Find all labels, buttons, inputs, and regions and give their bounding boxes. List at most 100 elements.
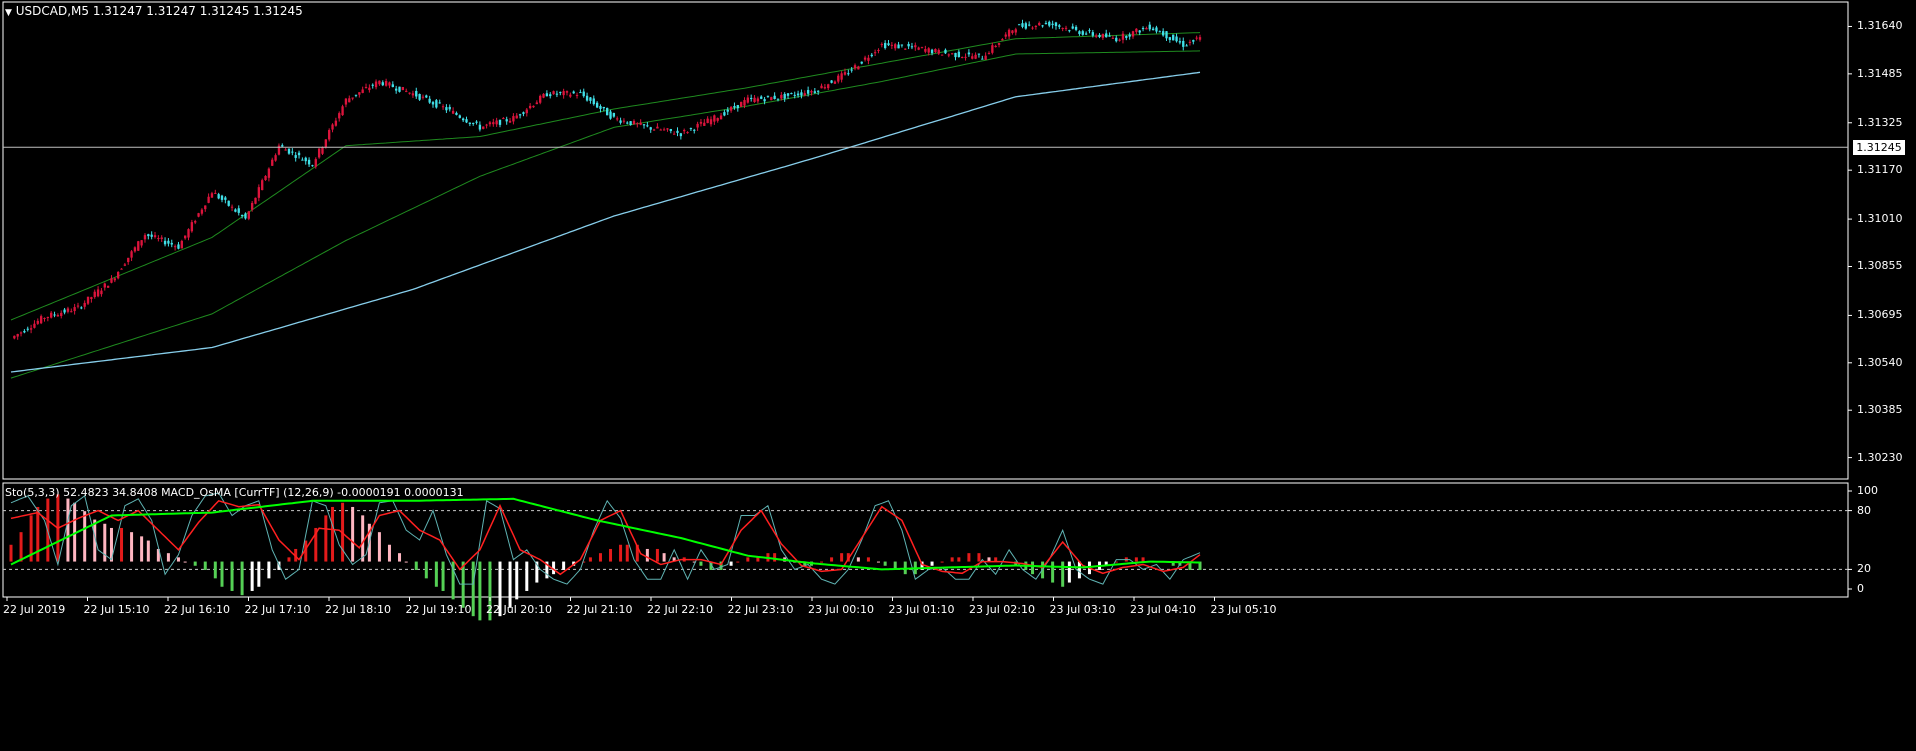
candle-body	[297, 152, 301, 156]
osma-bar	[598, 553, 602, 562]
osma-bar	[1134, 557, 1138, 562]
osma-bar	[609, 548, 613, 562]
osma-bar	[1077, 561, 1081, 579]
candle-body	[535, 102, 539, 105]
chart-canvas[interactable]	[0, 0, 1916, 751]
candle-body	[502, 117, 505, 119]
candle-body	[1071, 26, 1074, 29]
candle-body	[294, 155, 297, 158]
candle-body	[1028, 24, 1031, 26]
candle-body	[1064, 27, 1068, 29]
candle-body	[435, 100, 438, 108]
candle-body	[254, 197, 257, 204]
candle-body	[1175, 36, 1178, 42]
candle-body	[1115, 37, 1118, 42]
candle-body	[823, 87, 827, 89]
candle-body	[328, 130, 331, 140]
collapse-arrow-icon[interactable]: ▼	[5, 8, 12, 18]
candle-body	[974, 54, 977, 59]
osma-bar	[66, 498, 70, 562]
candle-body	[1024, 23, 1028, 29]
osma-bar	[1067, 561, 1071, 583]
candle-body	[36, 320, 39, 324]
price-axis-label: 1.31170	[1857, 163, 1903, 177]
candle-body	[833, 81, 837, 84]
candle-body	[609, 111, 612, 119]
candle-body	[1007, 29, 1011, 37]
candle-body	[190, 222, 194, 232]
candle-body	[19, 332, 23, 334]
candle-body	[575, 94, 579, 96]
candle-body	[961, 57, 964, 59]
candle-body	[1001, 39, 1004, 41]
candle-body	[338, 113, 341, 119]
candle-body	[421, 96, 425, 98]
candle-body	[736, 105, 739, 109]
candle-body	[1178, 41, 1182, 43]
candle-body	[813, 91, 817, 93]
candle-body	[194, 221, 197, 223]
time-axis-label: 22 Jul 17:10	[244, 603, 311, 616]
osma-bar	[267, 561, 271, 579]
osma-bar	[398, 553, 402, 562]
candle-body	[1038, 22, 1041, 26]
candle-body	[830, 80, 833, 83]
candle-body	[582, 91, 585, 97]
osma-bar	[130, 532, 134, 562]
candle-body	[39, 316, 43, 324]
candle-body	[210, 193, 214, 198]
candle-body	[907, 43, 910, 47]
candle-body	[317, 148, 321, 158]
candle-body	[96, 289, 100, 297]
candle-body	[1021, 23, 1024, 27]
candle-body	[1172, 34, 1175, 41]
osma-bar	[746, 557, 750, 562]
candle-body	[1161, 31, 1165, 36]
candle-body	[1014, 29, 1017, 33]
candle-body	[348, 98, 351, 103]
candle-body	[977, 53, 981, 55]
candle-body	[532, 105, 535, 108]
time-axis-label: 23 Jul 00:10	[808, 603, 874, 616]
osma-bar	[83, 511, 87, 562]
candle-body	[197, 213, 200, 217]
candle-body	[143, 235, 147, 240]
candle-body	[1094, 35, 1098, 37]
candle-body	[729, 106, 733, 111]
candle-body	[408, 92, 411, 94]
candle-body	[153, 235, 157, 238]
candle-body	[1125, 35, 1128, 38]
candle-body	[940, 54, 944, 56]
candle-body	[783, 93, 786, 99]
candle-body	[820, 85, 823, 89]
candle-body	[616, 118, 619, 120]
candle-body	[967, 52, 971, 55]
candle-body	[512, 116, 515, 122]
time-axis-label: 23 Jul 05:10	[1210, 603, 1277, 616]
candle-body	[230, 206, 234, 208]
candle-body	[461, 118, 465, 121]
osma-bar	[324, 515, 328, 562]
candle-body	[790, 93, 793, 95]
candle-body	[746, 97, 750, 103]
candle-body	[234, 209, 237, 212]
candle-body	[445, 107, 448, 111]
candle-body	[130, 251, 133, 258]
candle-body	[780, 94, 783, 99]
candle-body	[1051, 23, 1054, 25]
candle-body	[853, 65, 857, 69]
candle-body	[656, 126, 659, 129]
candle-body	[53, 314, 56, 316]
candle-body	[274, 155, 277, 161]
candle-body	[786, 93, 790, 96]
candle-body	[1195, 37, 1198, 39]
candle-body	[897, 44, 900, 49]
candle-body	[689, 128, 693, 130]
osma-bar	[655, 548, 659, 562]
candle-body	[1098, 34, 1101, 38]
candle-body	[528, 105, 532, 109]
candle-body	[472, 122, 475, 124]
candle-body	[743, 100, 746, 106]
price-axis-label: 1.30695	[1857, 308, 1903, 322]
candle-body	[773, 95, 776, 99]
